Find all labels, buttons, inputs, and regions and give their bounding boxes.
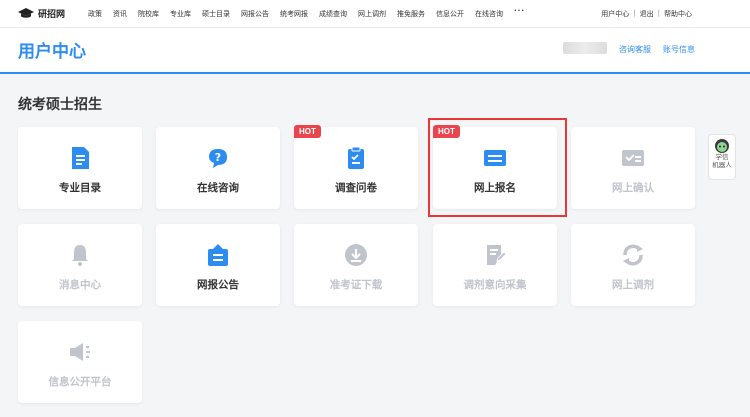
main-nav: 政策 资讯 院校库 专业库 硕士目录 网报公告 统考网报 成绩查询 网上调剂 推…	[88, 7, 536, 19]
card-label: 网报公告	[197, 279, 239, 291]
megaphone-icon	[67, 339, 93, 365]
nav-item-announcements[interactable]: 网报公告	[241, 9, 269, 19]
graduation-cap-icon	[18, 8, 34, 18]
form-edit-icon	[482, 242, 508, 268]
card-label: 调查问卷	[335, 182, 377, 194]
section-title: 统考硕士招生	[18, 97, 102, 113]
id-card-icon	[482, 145, 508, 171]
nav-item-majors[interactable]: 专业库	[170, 9, 191, 19]
hot-badge: HOT	[294, 125, 321, 138]
card-label: 专业目录	[59, 182, 101, 194]
refresh-icon	[620, 242, 646, 268]
account-info-link[interactable]: 账号信息	[663, 44, 695, 55]
notice-icon	[205, 242, 231, 268]
card-info-disclosure[interactable]: 信息公开平台	[18, 321, 142, 403]
nav-item-policy[interactable]: 政策	[88, 9, 102, 19]
page-title: 用户中心	[18, 42, 86, 62]
card-label: 准考证下载	[329, 279, 383, 291]
card-online-confirmation[interactable]: 网上确认	[571, 127, 695, 209]
nav-item-consult[interactable]: 在线咨询	[475, 9, 503, 19]
logo-text: 研招网	[38, 10, 66, 20]
question-chat-icon: ?	[205, 145, 231, 171]
card-online-consult[interactable]: ? 在线咨询	[156, 127, 280, 209]
robot-avatar-icon	[715, 139, 729, 153]
download-icon	[343, 242, 369, 268]
top-nav-bar: 研招网 政策 资讯 院校库 专业库 硕士目录 网报公告 统考网报 成绩查询 网上…	[0, 0, 750, 28]
nav-item-adjustment[interactable]: 网上调剂	[358, 9, 386, 19]
user-nav: 用户中心 | 退出 | 帮助中心	[601, 9, 692, 19]
nav-item-recommendation[interactable]: 推免服务	[397, 9, 425, 19]
divider: |	[657, 9, 660, 17]
card-label: 网上确认	[612, 182, 654, 194]
nav-item-disclosure[interactable]: 信息公开	[436, 9, 464, 19]
card-label: 消息中心	[59, 279, 101, 291]
customer-service-link[interactable]: 咨询客服	[619, 44, 651, 55]
card-survey[interactable]: HOT 调查问卷	[294, 125, 418, 209]
logout-link[interactable]: 退出	[640, 9, 654, 19]
card-online-adjustment[interactable]: 网上调剂	[571, 224, 695, 306]
nav-more-button[interactable]: ···	[514, 7, 525, 19]
card-online-registration[interactable]: HOT 网上报名	[433, 125, 557, 209]
divider: |	[633, 9, 636, 17]
card-message-center[interactable]: 消息中心	[18, 224, 142, 306]
bell-icon	[67, 242, 93, 268]
card-admission-ticket[interactable]: 准考证下载	[294, 224, 418, 306]
card-label: 信息公开平台	[48, 376, 112, 388]
nav-item-scores[interactable]: 成绩查询	[319, 9, 347, 19]
card-adjustment-intent[interactable]: 调剂意向采集	[433, 224, 557, 306]
robot-assistant-widget[interactable]: 学信 机器人	[708, 134, 736, 180]
clipboard-check-icon	[343, 145, 369, 171]
hot-badge: HOT	[433, 125, 460, 138]
username-redacted	[563, 42, 607, 54]
robot-label-line2: 机器人	[712, 161, 732, 169]
card-label: 在线咨询	[197, 182, 239, 194]
card-label: 网上调剂	[612, 279, 654, 291]
site-logo[interactable]: 研招网	[18, 7, 65, 20]
page-header: 用户中心 咨询客服 账号信息	[0, 28, 750, 74]
robot-label-line1: 学信	[715, 153, 729, 161]
card-check-icon	[620, 145, 646, 171]
card-label: 网上报名	[474, 182, 516, 194]
nav-item-registration[interactable]: 统考网报	[280, 9, 308, 19]
help-center-link[interactable]: 帮助中心	[664, 9, 692, 19]
card-registration-notice[interactable]: 网报公告	[156, 224, 280, 306]
nav-item-schools[interactable]: 院校库	[138, 9, 159, 19]
user-center-link[interactable]: 用户中心	[601, 9, 629, 19]
svg-text:?: ?	[215, 151, 221, 164]
document-icon	[67, 145, 93, 171]
card-major-catalog[interactable]: 专业目录	[18, 127, 142, 209]
card-label: 调剂意向采集	[463, 279, 527, 291]
nav-item-news[interactable]: 资讯	[113, 9, 127, 19]
nav-item-catalog[interactable]: 硕士目录	[202, 9, 230, 19]
